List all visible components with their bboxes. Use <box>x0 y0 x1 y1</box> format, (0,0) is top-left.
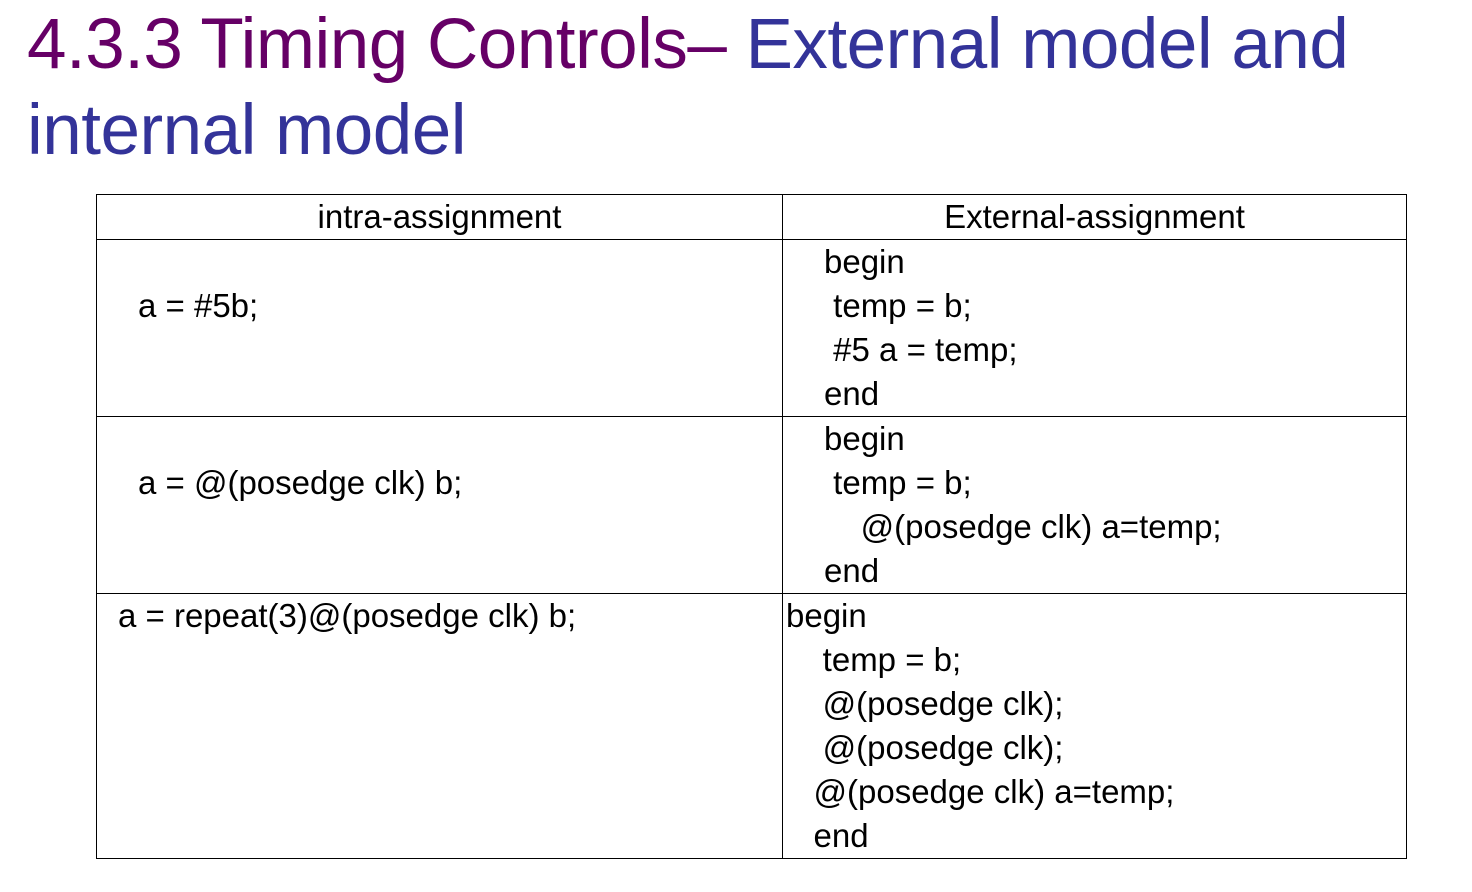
external-code-line: @(posedge clk) a=temp; <box>824 508 1222 545</box>
external-code-line: #5 a = temp; <box>824 331 1018 368</box>
external-code-line: begin <box>824 243 905 280</box>
external-code-line: end <box>824 552 880 589</box>
external-code-line: temp = b; <box>786 641 962 678</box>
intra-code: a = @(posedge clk) b; <box>138 464 463 501</box>
external-cell: begin temp = b; #5 a = temp; end <box>782 239 1407 417</box>
intra-code: a = #5b; <box>138 287 259 324</box>
external-cell: begin temp = b; @(posedge clk) a=temp; e… <box>782 416 1407 594</box>
intra-cell: a = #5b; <box>96 239 783 417</box>
external-code-line: @(posedge clk); <box>786 685 1064 722</box>
table-row: a = @(posedge clk) b; begin temp = b; @(… <box>96 416 1407 594</box>
header-intra-assignment: intra-assignment <box>96 194 783 240</box>
table-row: a = #5b; begin temp = b; #5 a = temp; en… <box>96 239 1407 417</box>
external-code-block: begin temp = b; @(posedge clk) a=temp; e… <box>783 417 1406 593</box>
header-external-assignment: External-assignment <box>782 194 1407 240</box>
external-code-line: temp = b; <box>824 464 972 501</box>
external-code-line: end <box>824 375 880 412</box>
external-code-line: @(posedge clk); <box>786 729 1064 766</box>
external-code-line: begin <box>824 420 905 457</box>
slide-title: 4.3.3 Timing Controls– External model an… <box>27 2 1457 174</box>
title-section-number: 4.3.3 Timing Controls– <box>27 5 746 84</box>
table-row: a = repeat(3)@(posedge clk) b; begin tem… <box>96 593 1407 859</box>
assignment-comparison-table: intra-assignment External-assignment a =… <box>96 194 1407 859</box>
external-code-line: @(posedge clk) a=temp; <box>786 773 1175 810</box>
external-code-line: end <box>786 817 869 854</box>
external-code-line: temp = b; <box>824 287 972 324</box>
intra-code: a = repeat(3)@(posedge clk) b; <box>118 597 577 634</box>
external-code-block: begin temp = b; @(posedge clk); @(posedg… <box>783 594 1406 858</box>
intra-cell: a = @(posedge clk) b; <box>96 416 783 594</box>
table-header-row: intra-assignment External-assignment <box>96 194 1407 240</box>
external-code-line: begin <box>786 597 867 634</box>
external-code-block: begin temp = b; #5 a = temp; end <box>783 240 1406 416</box>
external-cell: begin temp = b; @(posedge clk); @(posedg… <box>782 593 1407 859</box>
intra-cell: a = repeat(3)@(posedge clk) b; <box>96 593 783 859</box>
